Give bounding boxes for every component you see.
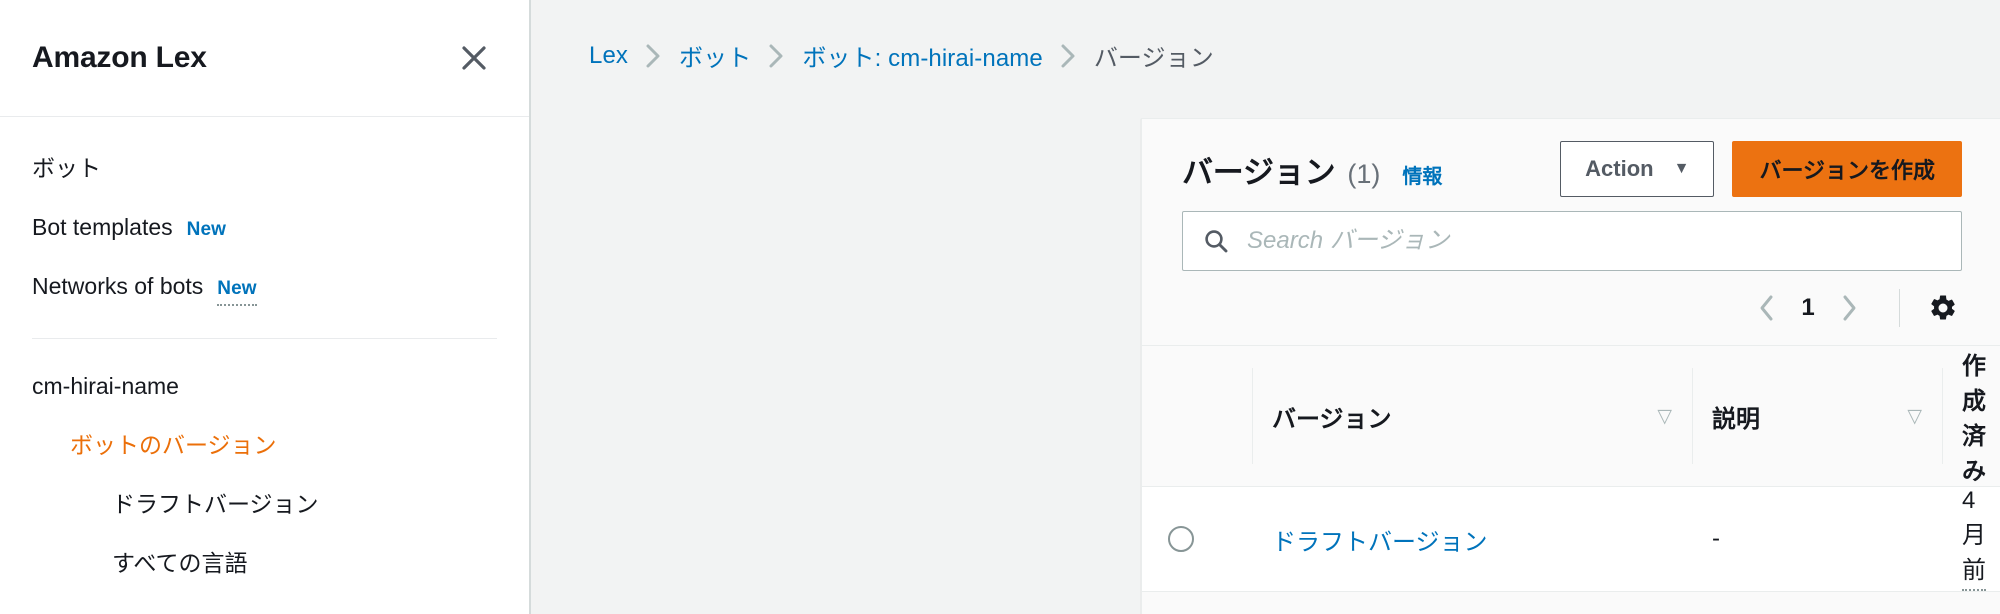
sidebar-item-label: cm-hirai-name bbox=[32, 372, 179, 399]
page-title: バージョン bbox=[1182, 154, 1336, 190]
chevron-right-icon bbox=[768, 43, 785, 69]
sidebar-item-label: すべての言語 bbox=[112, 549, 248, 576]
chevron-right-icon bbox=[1060, 43, 1077, 69]
search-row bbox=[1142, 197, 2000, 271]
breadcrumb-item-versions: バージョン bbox=[1093, 45, 1214, 72]
sort-descending-icon: ▽ bbox=[1657, 405, 1672, 427]
row-version-cell: ドラフトバージョン bbox=[1252, 487, 1692, 592]
previous-page-button[interactable] bbox=[1743, 284, 1791, 332]
action-button-label: Action bbox=[1585, 156, 1654, 181]
breadcrumb-item-bot-name[interactable]: ボット: cm-hirai-name bbox=[802, 38, 1043, 73]
breadcrumb: Lex ボット ボット: cm-hirai-name バージョン bbox=[531, 0, 2000, 73]
sidebar-item-bots[interactable]: ボット bbox=[0, 139, 529, 198]
gear-icon[interactable] bbox=[1920, 285, 1966, 331]
sort-descending-icon: ▽ bbox=[1907, 405, 1922, 427]
app-root: Amazon Lex ボット Bot templates New Network… bbox=[0, 0, 2000, 614]
row-created-cell: 4 月 前 bbox=[1942, 487, 2000, 592]
table-head: バージョン ▽ 説明 ▽ 作成済み bbox=[1142, 345, 2000, 487]
card-title-group: バージョン (1) 情報 bbox=[1182, 147, 1442, 192]
column-label: バージョン bbox=[1272, 405, 1392, 433]
sidebar-title: Amazon Lex bbox=[32, 41, 207, 74]
main-content: Lex ボット ボット: cm-hirai-name バージョン バージョン (… bbox=[531, 0, 2000, 614]
sidebar-item-bot-versions[interactable]: ボットのバージョン bbox=[0, 416, 529, 475]
row-select-cell bbox=[1142, 487, 1252, 592]
sidebar-header: Amazon Lex bbox=[0, 0, 529, 117]
new-badge: New bbox=[186, 219, 227, 241]
versions-card: バージョン (1) 情報 Action ▼ バージョンを作成 Search バー… bbox=[1141, 118, 2000, 614]
sidebar-item-cm-hirai-name[interactable]: cm-hirai-name bbox=[0, 357, 529, 416]
close-icon[interactable] bbox=[453, 37, 495, 79]
page-number-1[interactable]: 1 bbox=[1791, 294, 1825, 322]
description-value: - bbox=[1712, 525, 1720, 552]
table-header-version[interactable]: バージョン ▽ bbox=[1252, 346, 1692, 487]
breadcrumb-item-bots[interactable]: ボット bbox=[679, 38, 751, 73]
card-header: バージョン (1) 情報 Action ▼ バージョンを作成 bbox=[1142, 119, 2000, 197]
version-link[interactable]: ドラフトバージョン bbox=[1272, 529, 1488, 556]
new-badge: New bbox=[217, 276, 257, 306]
search-icon bbox=[1203, 228, 1229, 254]
create-version-button[interactable]: バージョンを作成 bbox=[1732, 141, 1962, 197]
sidebar-item-all-languages[interactable]: すべての言語 bbox=[0, 534, 529, 593]
column-label: 説明 bbox=[1712, 405, 1760, 433]
sidebar-item-bot-templates[interactable]: Bot templates New bbox=[0, 198, 529, 257]
table-row[interactable]: ドラフトバージョン - 4 月 前 bbox=[1142, 486, 2000, 592]
card-actions: Action ▼ バージョンを作成 bbox=[1560, 141, 1962, 197]
sidebar-item-label: ボット bbox=[32, 155, 101, 181]
versions-table: バージョン ▽ 説明 ▽ 作成済み ドラフトバージョン - 4 月 前 bbox=[1142, 345, 2000, 592]
table-header-select bbox=[1142, 346, 1252, 487]
table-header-row: バージョン ▽ 説明 ▽ 作成済み bbox=[1142, 345, 2000, 487]
sidebar-item-label: ボットのバージョン bbox=[70, 431, 277, 458]
sidebar-divider bbox=[32, 337, 497, 339]
sidebar-item-draft-version[interactable]: ドラフトバージョン bbox=[0, 475, 529, 534]
sidebar-nav: ボット Bot templates New Networks of bots N… bbox=[0, 117, 529, 593]
created-timestamp[interactable]: 4 月 前 bbox=[1962, 487, 1986, 591]
sidebar-item-label: Bot templates bbox=[32, 214, 173, 241]
sidebar-item-networks-of-bots[interactable]: Networks of bots New bbox=[0, 257, 529, 320]
breadcrumb-item-lex[interactable]: Lex bbox=[589, 42, 628, 70]
next-page-button[interactable] bbox=[1825, 284, 1873, 332]
sidebar-item-label: Networks of bots bbox=[32, 273, 204, 300]
pagination-divider bbox=[1899, 289, 1900, 327]
item-count: (1) bbox=[1347, 158, 1381, 189]
pagination: 1 bbox=[1142, 271, 2000, 345]
chevron-right-icon bbox=[645, 43, 662, 69]
table-header-description[interactable]: 説明 ▽ bbox=[1692, 346, 1942, 487]
chevron-down-icon: ▼ bbox=[1673, 160, 1690, 177]
table-header-created[interactable]: 作成済み ▲ bbox=[1942, 346, 2000, 487]
service-navigation-sidebar: Amazon Lex ボット Bot templates New Network… bbox=[0, 0, 531, 614]
sidebar-item-label: ドラフトバージョン bbox=[112, 490, 319, 517]
row-description-cell: - bbox=[1692, 487, 1942, 592]
row-radio-button[interactable] bbox=[1168, 526, 1194, 552]
table-body: ドラフトバージョン - 4 月 前 bbox=[1142, 486, 2000, 592]
search-box[interactable] bbox=[1182, 211, 1962, 271]
column-label: 作成済み bbox=[1962, 353, 1986, 485]
info-link[interactable]: 情報 bbox=[1402, 160, 1442, 189]
action-dropdown-button[interactable]: Action ▼ bbox=[1560, 141, 1715, 197]
search-input[interactable] bbox=[1245, 226, 1941, 256]
